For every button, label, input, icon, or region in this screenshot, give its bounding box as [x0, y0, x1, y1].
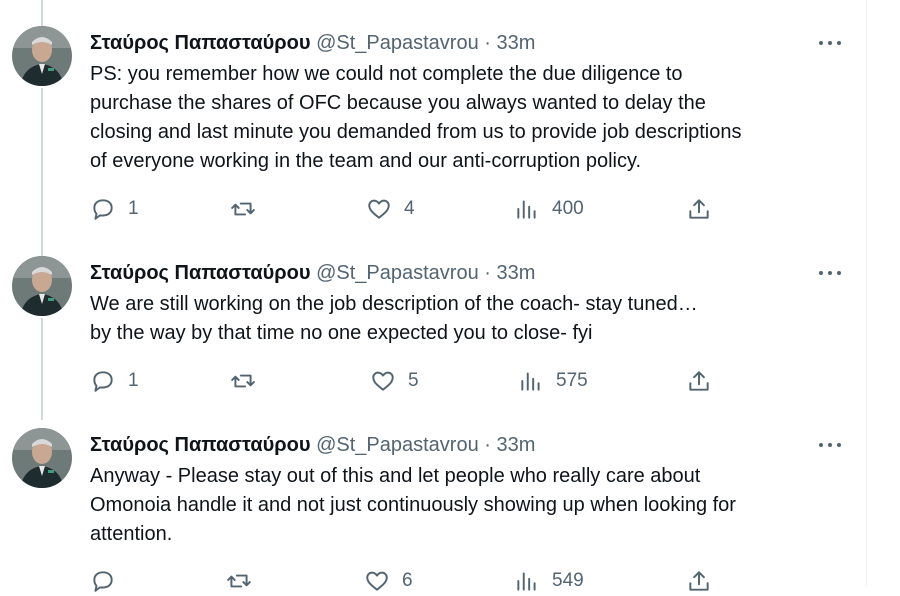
view-count: 549: [552, 570, 584, 591]
tweet-header: Σταύρος Παπασταύρου @St_Papastavrou · 33…: [90, 30, 535, 56]
share-upload-icon: [689, 571, 709, 591]
more-horizontal-icon[interactable]: [818, 266, 842, 280]
tweet-text-line: Omonoia handle it and not just continuou…: [90, 494, 736, 516]
views-button[interactable]: 575: [518, 366, 588, 396]
separator-dot: ·: [484, 434, 491, 456]
tweet-text: PS: you remember how we could not comple…: [90, 60, 850, 176]
tweet-text-line: PS: you remember how we could not comple…: [90, 63, 683, 85]
user-handle[interactable]: @St_Papastavrou: [316, 262, 479, 284]
avatar[interactable]: [12, 26, 72, 86]
heart-icon: [366, 571, 388, 591]
like-button[interactable]: 4: [366, 194, 415, 224]
timestamp[interactable]: 33m: [497, 32, 536, 54]
avatar-photo: [12, 26, 72, 86]
reply-button[interactable]: 1: [90, 366, 139, 396]
reply-count: 1: [128, 370, 139, 391]
tweet-text: Anyway - Please stay out of this and let…: [90, 462, 850, 549]
views-bar-chart-icon: [517, 200, 536, 219]
share-button[interactable]: [686, 194, 712, 224]
share-upload-icon: [689, 371, 709, 391]
tweet-text-line: by the way by that time no one expected …: [90, 322, 593, 344]
tweet-text: We are still working on the job descript…: [90, 290, 850, 348]
user-handle[interactable]: @St_Papastavrou: [316, 434, 479, 456]
views-bar-chart-icon: [517, 572, 536, 591]
separator-dot: ·: [484, 262, 491, 284]
reply-button[interactable]: [90, 566, 128, 596]
timestamp[interactable]: 33m: [497, 262, 536, 284]
action-bar: 6 549: [90, 566, 730, 596]
reply-count: 1: [128, 198, 139, 219]
heart-icon: [368, 199, 390, 219]
tweet-text-line: of everyone working in the team and our …: [90, 150, 642, 172]
action-bar: 1 4 400: [90, 194, 730, 224]
timestamp[interactable]: 33m: [497, 434, 536, 456]
avatar-photo: [12, 428, 72, 488]
avatar[interactable]: [12, 256, 72, 316]
retweet-button[interactable]: [230, 194, 268, 224]
user-handle[interactable]: @St_Papastavrou: [316, 32, 479, 54]
tweet-header: Σταύρος Παπασταύρου @St_Papastavrou · 33…: [90, 260, 535, 286]
tweet-text-line: closing and last minute you demanded fro…: [90, 121, 742, 143]
tweet-header: Σταύρος Παπασταύρου @St_Papastavrou · 33…: [90, 432, 535, 458]
views-button[interactable]: 549: [514, 566, 584, 596]
display-name[interactable]: Σταύρος Παπασταύρου: [90, 434, 311, 456]
reply-icon: [93, 571, 113, 592]
retweet-icon: [231, 374, 255, 388]
share-button[interactable]: [686, 366, 712, 396]
like-count: 4: [404, 198, 415, 219]
retweet-icon: [231, 202, 255, 216]
reply-icon: [93, 371, 113, 392]
more-horizontal-icon[interactable]: [818, 36, 842, 50]
like-button[interactable]: 6: [364, 566, 413, 596]
retweet-button[interactable]: [226, 566, 264, 596]
tweet-text-line: We are still working on the job descript…: [90, 293, 698, 315]
action-bar: 1 5 575: [90, 366, 730, 396]
tweet-text-line: purchase the shares of OFC because you a…: [90, 92, 706, 114]
avatar[interactable]: [12, 428, 72, 488]
retweet-button[interactable]: [230, 366, 268, 396]
thread-line: [41, 88, 43, 260]
share-button[interactable]: [686, 566, 712, 596]
reply-button[interactable]: 1: [90, 194, 139, 224]
view-count: 575: [556, 370, 588, 391]
like-count: 6: [402, 570, 413, 591]
share-upload-icon: [689, 199, 709, 219]
column-border: [866, 0, 867, 586]
like-button[interactable]: 5: [370, 366, 419, 396]
avatar-photo: [12, 256, 72, 316]
reply-icon: [93, 199, 113, 220]
more-horizontal-icon[interactable]: [818, 438, 842, 452]
like-count: 5: [408, 370, 419, 391]
view-count: 400: [552, 198, 584, 219]
display-name[interactable]: Σταύρος Παπασταύρου: [90, 262, 311, 284]
views-button[interactable]: 400: [514, 194, 584, 224]
display-name[interactable]: Σταύρος Παπασταύρου: [90, 32, 311, 54]
tweet-text-line: attention.: [90, 523, 173, 545]
retweet-icon: [227, 574, 251, 588]
heart-icon: [372, 371, 394, 391]
tweet-text-line: Anyway - Please stay out of this and let…: [90, 465, 701, 487]
thread-line: [41, 318, 43, 420]
views-bar-chart-icon: [521, 372, 540, 391]
separator-dot: ·: [484, 32, 491, 54]
